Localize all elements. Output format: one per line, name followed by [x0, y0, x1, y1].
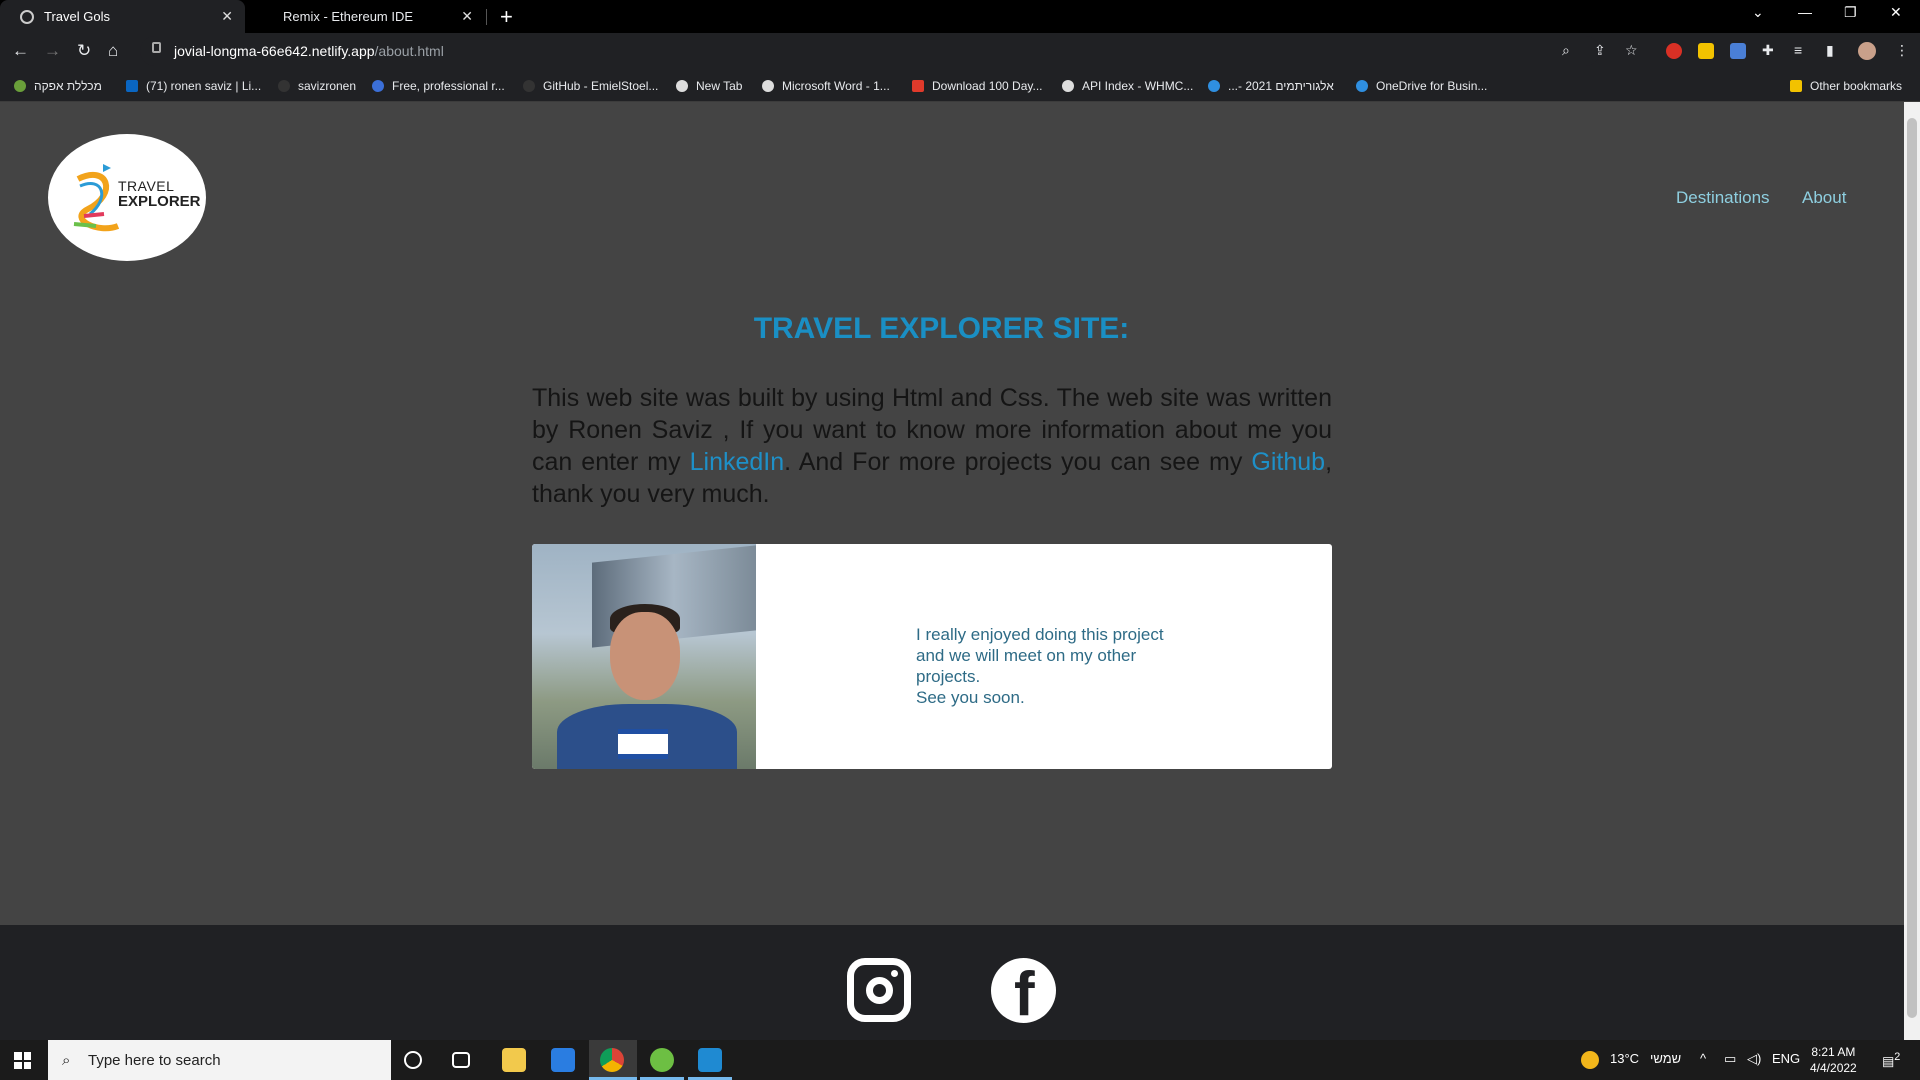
bookmark-item[interactable]: API Index - WHMC...	[1062, 71, 1193, 101]
vscode-icon[interactable]	[698, 1048, 722, 1072]
profile-avatar[interactable]	[1858, 42, 1876, 60]
other-bookmarks[interactable]: Other bookmarks	[1790, 71, 1902, 101]
bookmark-star-icon[interactable]: ☆	[1625, 42, 1638, 59]
tab-strip: Travel Gols ✕ Remix - Ethereum IDE ✕ + ⌄…	[0, 0, 1920, 33]
network-icon[interactable]: ▭	[1724, 1051, 1736, 1067]
forward-icon[interactable]: →	[44, 41, 61, 61]
notifications-icon[interactable]: ▤2	[1882, 1051, 1900, 1069]
facebook-icon[interactable]: f	[991, 958, 1056, 1023]
folder-icon	[1790, 80, 1802, 92]
search-icon: ⌕	[62, 1052, 71, 1069]
bookmarks-bar: מכללת אפקה (71) ronen saviz | Li... savi…	[0, 71, 1920, 102]
windows-taskbar: ⌕ Type here to search 13°C שמשי ^ ▭ ◁) E…	[0, 1040, 1920, 1080]
about-card: I really enjoyed doing this project and …	[532, 544, 1332, 769]
bookmark-item[interactable]: (71) ronen saviz | Li...	[126, 71, 261, 101]
weather-icon[interactable]	[1581, 1051, 1599, 1069]
address-bar[interactable]: jovial-longma-66e642.netlify.app/about.h…	[140, 36, 1600, 66]
profile-photo	[532, 544, 756, 769]
minimize-button[interactable]: —	[1798, 4, 1812, 20]
page-content: TRAVEL EXPLORER Destinations About TRAVE…	[0, 102, 1904, 1040]
intro-paragraph: This web site was built by using Html an…	[532, 384, 1333, 508]
volume-icon[interactable]: ◁)	[1747, 1051, 1761, 1067]
url-text: jovial-longma-66e642.netlify.app/about.h…	[174, 43, 444, 59]
site-footer: f	[0, 925, 1904, 1040]
logo-text: TRAVEL EXPLORER	[118, 178, 201, 210]
globe-icon	[20, 9, 34, 24]
utorrent-icon[interactable]	[650, 1048, 674, 1072]
card-message: I really enjoyed doing this project and …	[916, 625, 1164, 707]
browser-toolbar: ← → ↻ ⌂ jovial-longma-66e642.netlify.app…	[0, 33, 1920, 71]
tab-title: Travel Gols	[44, 9, 110, 24]
x-icon	[912, 80, 924, 92]
store-icon[interactable]	[551, 1048, 575, 1072]
new-tab-button[interactable]: +	[500, 4, 513, 30]
page-title: TRAVEL EXPLORER SITE:	[753, 312, 1130, 345]
github-icon	[523, 80, 535, 92]
israel-flag-icon	[618, 729, 668, 759]
nav-about[interactable]: About	[1802, 188, 1846, 208]
clock[interactable]: 8:21 AM 4/4/2022	[1810, 1044, 1857, 1076]
chrome-icon[interactable]	[600, 1048, 624, 1072]
language-indicator[interactable]: ENG	[1772, 1051, 1800, 1066]
side-panel-icon[interactable]: ▮	[1826, 42, 1834, 59]
bookmark-item[interactable]: מכללת אפקה	[14, 71, 102, 101]
bookmark-item[interactable]: Microsoft Word - 1...	[762, 71, 890, 101]
task-view-icon[interactable]	[452, 1052, 470, 1068]
close-tab-icon[interactable]: ✕	[461, 8, 473, 25]
close-window-button[interactable]: ✕	[1890, 4, 1902, 21]
github-icon	[278, 80, 290, 92]
zoom-icon[interactable]: ⌕	[1562, 42, 1570, 59]
lock-icon	[152, 42, 161, 53]
scrollbar-thumb[interactable]	[1907, 118, 1917, 1018]
translate-icon[interactable]	[1730, 43, 1746, 59]
linkedin-link[interactable]: LinkedIn	[690, 448, 785, 476]
tab-title: Remix - Ethereum IDE	[283, 9, 414, 24]
bookmark-item[interactable]: Download 100 Day...	[912, 71, 1043, 101]
tab-divider	[486, 9, 487, 25]
extension-icon[interactable]	[1698, 43, 1714, 59]
bookmark-item[interactable]: savizronen	[278, 71, 356, 101]
site-icon	[372, 80, 384, 92]
onedrive-icon	[1208, 80, 1220, 92]
bookmark-item[interactable]: GitHub - EmielStoel...	[523, 71, 658, 101]
media-icon[interactable]: ≡	[1794, 42, 1802, 58]
home-icon[interactable]: ⌂	[108, 41, 118, 61]
linkedin-icon	[126, 80, 138, 92]
taskbar-search-input[interactable]: ⌕ Type here to search	[48, 1040, 391, 1080]
adblock-icon[interactable]	[1666, 43, 1682, 59]
share-icon[interactable]: ⇪	[1594, 42, 1606, 59]
bookmark-item[interactable]: Free, professional r...	[372, 71, 505, 101]
globe-icon	[676, 80, 688, 92]
tab-remix[interactable]: Remix - Ethereum IDE ✕	[247, 0, 485, 33]
windows-start-icon[interactable]	[14, 1052, 31, 1069]
bookmark-item[interactable]: New Tab	[676, 71, 742, 101]
nav-destinations[interactable]: Destinations	[1676, 188, 1770, 208]
tab-travel-gols[interactable]: Travel Gols ✕	[0, 0, 245, 33]
cortana-icon[interactable]	[404, 1051, 422, 1069]
bookmark-item[interactable]: ...- 2021 אלגוריתמים	[1208, 71, 1334, 101]
github-link[interactable]: Github	[1251, 448, 1325, 476]
weather-text[interactable]: שמשי	[1650, 1051, 1681, 1066]
file-explorer-icon[interactable]	[502, 1048, 526, 1072]
close-tab-icon[interactable]: ✕	[221, 8, 233, 25]
weather-temp[interactable]: 13°C	[1610, 1051, 1639, 1066]
chevron-up-icon[interactable]: ^	[1700, 1051, 1706, 1066]
globe-icon	[762, 80, 774, 92]
instagram-icon[interactable]	[847, 958, 911, 1022]
reload-icon[interactable]: ↻	[77, 41, 91, 61]
back-icon[interactable]: ←	[12, 41, 29, 61]
bookmark-item[interactable]: OneDrive for Busin...	[1356, 71, 1487, 101]
site-logo[interactable]: TRAVEL EXPLORER	[48, 134, 206, 261]
globe-icon	[1062, 80, 1074, 92]
leaf-icon	[14, 80, 26, 92]
restore-button[interactable]: ❐	[1844, 4, 1857, 21]
puzzle-icon[interactable]: ✚	[1762, 42, 1774, 59]
menu-icon[interactable]: ⋮	[1895, 42, 1909, 59]
tab-search-icon[interactable]: ⌄	[1752, 4, 1764, 21]
onedrive-icon	[1356, 80, 1368, 92]
